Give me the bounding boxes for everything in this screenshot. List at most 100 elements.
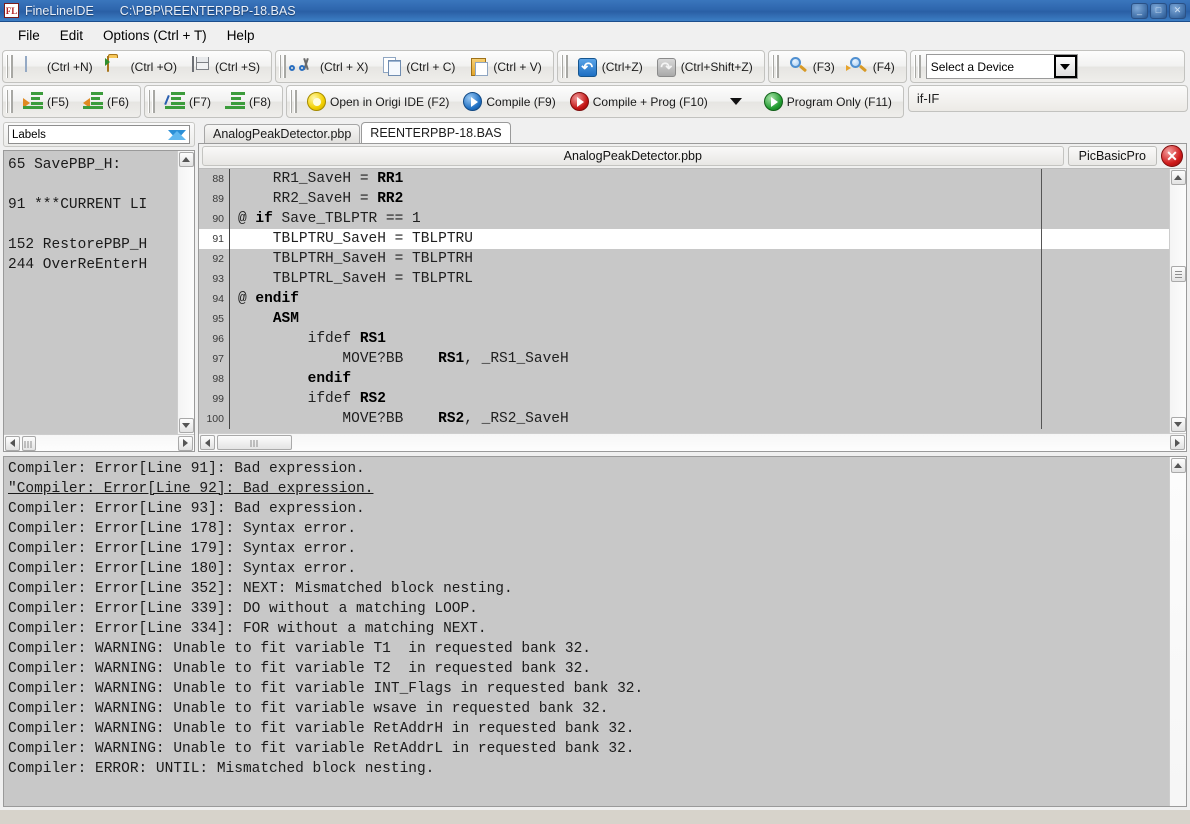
indent-button[interactable]: (F5) — [16, 88, 76, 115]
output-line[interactable]: Compiler: Error[Line 339]: DO without a … — [8, 599, 1169, 619]
code-lines[interactable]: 88 RR1_SaveH = RR1 89 RR2_SaveH = RR2 90… — [199, 169, 1169, 429]
line-text[interactable]: ifdef RS1 — [230, 329, 386, 349]
line-text[interactable]: @ if Save_TBLPTR == 1 — [230, 209, 421, 229]
line-text[interactable]: RR2_SaveH = RR2 — [230, 189, 403, 209]
line-text[interactable]: ifdef RS2 — [230, 389, 386, 409]
line-text[interactable]: ASM — [230, 309, 299, 329]
output-line[interactable]: Compiler: WARNING: Unable to fit variabl… — [8, 699, 1169, 719]
line-text[interactable]: RR1_SaveH = RR1 — [230, 169, 403, 189]
menu-item-options[interactable]: Options (Ctrl + T) — [93, 25, 217, 46]
build-options-dropdown-button[interactable] — [715, 88, 757, 115]
device-selector[interactable] — [926, 54, 1078, 79]
code-line[interactable]: 97 MOVE?BB RS1, _RS1_SaveH — [199, 349, 1169, 369]
code-line[interactable]: 93 TBLPTRL_SaveH = TBLPTRL — [199, 269, 1169, 289]
chevron-down-icon[interactable] — [1054, 55, 1077, 78]
open-in-original-ide-button[interactable]: Open in Origi IDE (F2) — [300, 88, 456, 115]
code-line[interactable]: 94@ endif — [199, 289, 1169, 309]
line-text[interactable]: @ endif — [230, 289, 299, 309]
toolbar-grip-icon[interactable] — [6, 55, 13, 78]
code-viewport[interactable]: 88 RR1_SaveH = RR1 89 RR2_SaveH = RR2 90… — [199, 169, 1169, 433]
toolbar-grip-icon[interactable] — [148, 90, 155, 113]
scroll-up-arrow-icon[interactable] — [179, 152, 194, 167]
code-line[interactable]: 88 RR1_SaveH = RR1 — [199, 169, 1169, 189]
output-line[interactable]: Compiler: Error[Line 180]: Syntax error. — [8, 559, 1169, 579]
toolbar-grip-icon[interactable] — [772, 55, 779, 78]
output-line-selected[interactable]: "Compiler: Error[Line 92]: Bad expressio… — [8, 479, 1169, 499]
output-line[interactable]: Compiler: WARNING: Unable to fit variabl… — [8, 739, 1169, 759]
code-line[interactable]: 92 TBLPTRH_SaveH = TBLPTRH — [199, 249, 1169, 269]
toolbar-grip-icon[interactable] — [561, 55, 568, 78]
output-line[interactable]: Compiler: WARNING: Unable to fit variabl… — [8, 639, 1169, 659]
program-only-button[interactable]: Program Only (F11) — [757, 88, 899, 115]
status-field[interactable]: if-IF — [908, 85, 1188, 112]
document-name-field[interactable]: AnalogPeakDetector.pbp — [202, 146, 1064, 166]
code-line[interactable]: 100 MOVE?BB RS2, _RS2_SaveH — [199, 409, 1169, 429]
uncomment-button[interactable]: (F8) — [218, 88, 278, 115]
output-vertical-scrollbar[interactable] — [1169, 457, 1186, 806]
labels-vertical-scrollbar[interactable] — [177, 151, 194, 434]
output-line[interactable]: Compiler: ERROR: UNTIL: Mismatched block… — [8, 759, 1169, 779]
cut-button[interactable]: (Ctrl + X) — [289, 53, 375, 80]
close-document-button[interactable]: ✕ — [1161, 145, 1183, 167]
code-vscroll-thumb[interactable] — [1171, 266, 1186, 282]
copy-button[interactable]: (Ctrl + C) — [375, 53, 462, 80]
menu-item-file[interactable]: File — [8, 25, 50, 46]
menu-item-edit[interactable]: Edit — [50, 25, 93, 46]
tab-reenterpbp18[interactable]: REENTERPBP-18.BAS — [361, 122, 510, 143]
output-line[interactable]: Compiler: WARNING: Unable to fit variabl… — [8, 679, 1169, 699]
toolbar-grip-icon[interactable] — [914, 55, 921, 78]
line-text[interactable]: MOVE?BB RS2, _RS2_SaveH — [230, 409, 569, 429]
output-line[interactable]: Compiler: Error[Line 178]: Syntax error. — [8, 519, 1169, 539]
scroll-left-arrow-icon[interactable] — [5, 436, 20, 451]
maximize-button[interactable]: □ — [1150, 3, 1167, 19]
toolbar-grip-icon[interactable] — [290, 90, 297, 113]
diamond-dropdown-icon[interactable] — [168, 130, 186, 140]
paste-button[interactable]: (Ctrl + V) — [462, 53, 548, 80]
line-text[interactable]: endif — [230, 369, 351, 389]
toolbar-grip-icon[interactable] — [6, 90, 13, 113]
labels-scroll-track[interactable] — [178, 168, 194, 417]
line-text[interactable]: TBLPTRL_SaveH = TBLPTRL — [230, 269, 473, 289]
comment-button[interactable]: (F7) — [158, 88, 218, 115]
language-mode-button[interactable]: PicBasicPro — [1068, 146, 1157, 166]
sidebar-view-selector[interactable]: Labels — [8, 125, 190, 144]
code-hscroll-thumb[interactable] — [217, 435, 292, 450]
scroll-up-arrow-icon[interactable] — [1171, 458, 1186, 473]
output-line[interactable]: Compiler: Error[Line 91]: Bad expression… — [8, 459, 1169, 479]
output-line[interactable]: Compiler: Error[Line 352]: NEXT: Mismatc… — [8, 579, 1169, 599]
undo-button[interactable]: ↶ (Ctrl+Z) — [571, 53, 650, 80]
outdent-button[interactable]: (F6) — [76, 88, 136, 115]
labels-list[interactable]: 65 SavePBP_H: 91 ***CURRENT LI 152 Resto… — [4, 151, 194, 434]
open-file-button[interactable]: (Ctrl +O) — [100, 53, 184, 80]
list-item[interactable]: 65 SavePBP_H: — [8, 155, 192, 175]
device-input[interactable] — [927, 55, 1054, 78]
toolbar-grip-icon[interactable] — [279, 55, 286, 78]
compile-and-program-button[interactable]: Compile + Prog (F10) — [563, 88, 715, 115]
code-horizontal-scrollbar[interactable] — [199, 433, 1186, 451]
code-line[interactable]: 98 endif — [199, 369, 1169, 389]
minimize-button[interactable]: _ — [1131, 3, 1148, 19]
labels-horizontal-scrollbar[interactable] — [4, 434, 194, 451]
code-line-current[interactable]: 91 TBLPTRU_SaveH = TBLPTRU — [199, 229, 1169, 249]
output-line[interactable]: Compiler: Error[Line 93]: Bad expression… — [8, 499, 1169, 519]
list-item[interactable]: 244 OverReEnterH — [8, 255, 192, 275]
output-line[interactable]: Compiler: WARNING: Unable to fit variabl… — [8, 659, 1169, 679]
new-file-button[interactable]: (Ctrl +N) — [16, 53, 100, 80]
code-line[interactable]: 95 ASM — [199, 309, 1169, 329]
code-line[interactable]: 99 ifdef RS2 — [199, 389, 1169, 409]
scroll-right-arrow-icon[interactable] — [178, 436, 193, 451]
code-line[interactable]: 96 ifdef RS1 — [199, 329, 1169, 349]
find-button[interactable]: (F3) — [782, 53, 842, 80]
code-vertical-scrollbar[interactable] — [1169, 169, 1186, 433]
line-text[interactable]: MOVE?BB RS1, _RS1_SaveH — [230, 349, 569, 369]
redo-button[interactable]: ↷ (Ctrl+Shift+Z) — [650, 53, 760, 80]
list-item[interactable]: 152 RestorePBP_H — [8, 235, 192, 255]
save-file-button[interactable]: (Ctrl +S) — [184, 53, 267, 80]
labels-hscroll-thumb[interactable] — [22, 436, 36, 451]
scroll-left-arrow-icon[interactable] — [200, 435, 215, 450]
output-line[interactable]: Compiler: Error[Line 334]: FOR without a… — [8, 619, 1169, 639]
code-line[interactable]: 90@ if Save_TBLPTR == 1 — [199, 209, 1169, 229]
compiler-output-list[interactable]: Compiler: Error[Line 91]: Bad expression… — [4, 457, 1169, 806]
scroll-up-arrow-icon[interactable] — [1171, 170, 1186, 185]
code-line[interactable]: 89 RR2_SaveH = RR2 — [199, 189, 1169, 209]
